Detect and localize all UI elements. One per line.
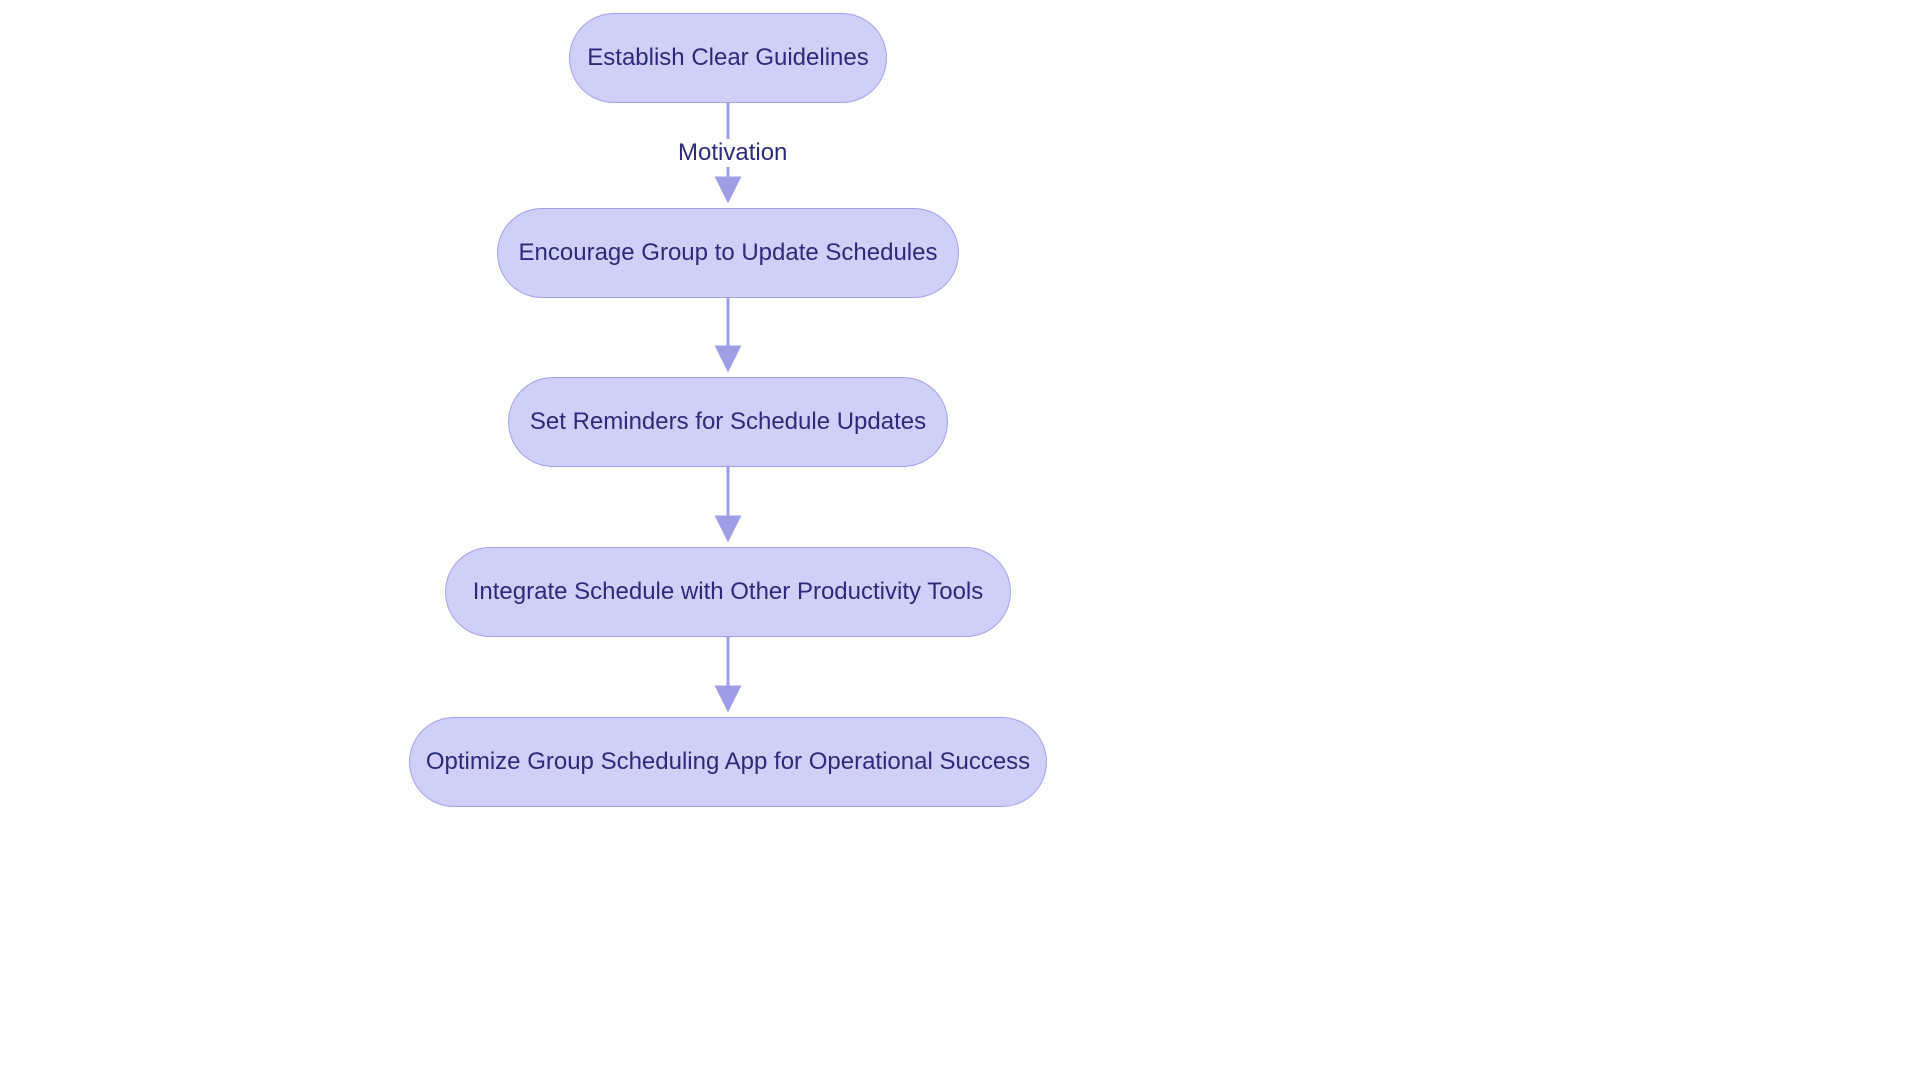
node-encourage-updates: Encourage Group to Update Schedules	[497, 208, 959, 298]
node-set-reminders: Set Reminders for Schedule Updates	[508, 377, 948, 467]
node-label: Optimize Group Scheduling App for Operat…	[426, 748, 1030, 776]
node-establish-guidelines: Establish Clear Guidelines	[569, 13, 887, 103]
edge-label-motivation: Motivation	[674, 139, 791, 167]
flowchart-canvas: Motivation Establish Clear Guidelines En…	[0, 0, 1920, 1080]
node-label: Set Reminders for Schedule Updates	[530, 408, 926, 436]
node-optimize-app: Optimize Group Scheduling App for Operat…	[409, 717, 1047, 807]
edges-layer	[0, 0, 1920, 1080]
node-integrate-tools: Integrate Schedule with Other Productivi…	[445, 547, 1011, 637]
node-label: Encourage Group to Update Schedules	[519, 239, 938, 267]
node-label: Establish Clear Guidelines	[587, 44, 868, 72]
node-label: Integrate Schedule with Other Productivi…	[473, 578, 984, 606]
